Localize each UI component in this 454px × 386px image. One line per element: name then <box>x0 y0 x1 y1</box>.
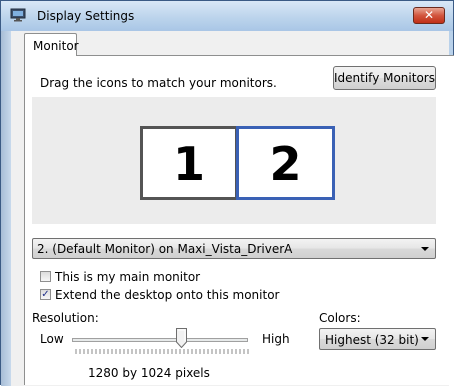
window-title: Display Settings <box>37 9 135 23</box>
close-button[interactable]: ✕ <box>413 7 445 24</box>
window-frame-edge <box>1 31 11 386</box>
tab-monitor[interactable]: Monitor <box>24 33 79 56</box>
resolution-low-label: Low <box>40 332 64 346</box>
extend-desktop-checkbox[interactable]: ✓ <box>40 289 51 300</box>
instruction-text: Drag the icons to match your monitors. <box>40 76 277 90</box>
extend-desktop-label: Extend the desktop onto this monitor <box>55 288 280 302</box>
main-monitor-checkbox[interactable] <box>40 271 51 282</box>
title-bar[interactable]: Display Settings ✕ <box>1 1 453 31</box>
resolution-high-label: High <box>262 332 290 346</box>
resolution-label: Resolution: <box>32 311 99 325</box>
display-settings-icon <box>10 8 26 22</box>
chevron-down-icon <box>421 247 429 251</box>
resolution-value: 1280 by 1024 pixels <box>88 366 210 380</box>
monitor-2-icon[interactable]: 2 <box>236 126 335 200</box>
resolution-slider-thumb[interactable] <box>175 328 187 348</box>
monitor-arrangement-area: 1 2 <box>32 97 436 224</box>
chevron-down-icon <box>421 337 429 341</box>
monitor-select[interactable]: 2. (Default Monitor) on Maxi_Vista_Drive… <box>32 238 436 259</box>
colors-label: Colors: <box>319 311 361 325</box>
monitor-1-icon[interactable]: 1 <box>140 126 238 200</box>
colors-select[interactable]: Highest (32 bit) <box>319 328 436 350</box>
identify-monitors-button[interactable]: Identify Monitors <box>333 66 436 90</box>
resolution-slider-track[interactable] <box>72 338 248 342</box>
resolution-slider-ticks <box>75 349 249 354</box>
main-monitor-label: This is my main monitor <box>55 270 201 284</box>
colors-select-value: Highest (32 bit) <box>325 333 419 347</box>
monitor-select-value: 2. (Default Monitor) on Maxi_Vista_Drive… <box>37 242 293 256</box>
